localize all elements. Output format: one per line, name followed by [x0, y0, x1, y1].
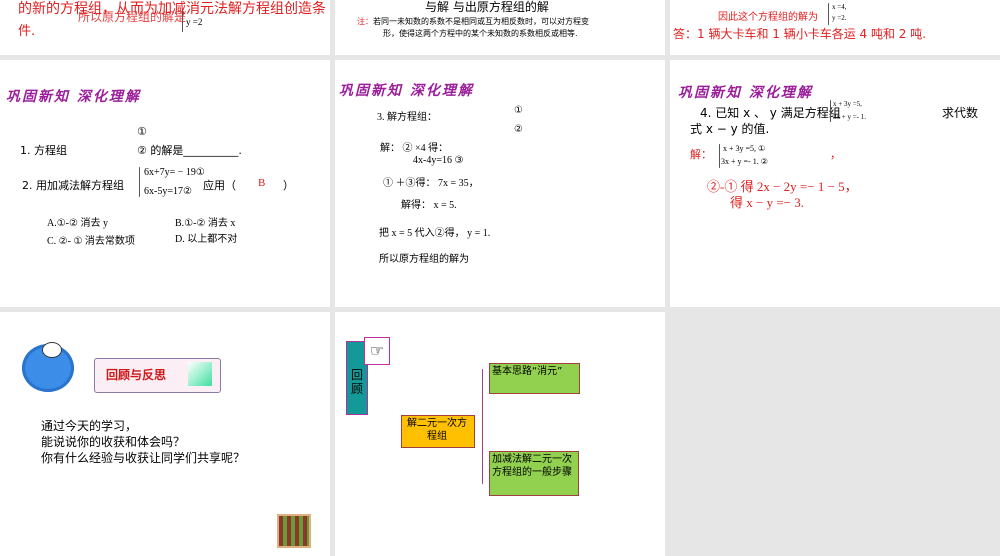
slide-text: 所以原方程组的解是 — [78, 10, 187, 24]
slide-thumbnail-5[interactable]: 巩固新知 深化理解 3. 解方程组： ① ② 解： ② ×4 得： 4x-4y=… — [335, 60, 665, 307]
circle-2: ② — [514, 124, 523, 135]
branch-text-2: 加减法解二元一次方程组的一般步骤 — [492, 454, 572, 478]
circle-1: ① — [514, 105, 523, 116]
circle-1: ① — [137, 125, 147, 138]
banner-text: 回顾与反思 — [106, 368, 167, 382]
hand-pointer-icon[interactable]: ☞ — [364, 337, 390, 365]
option-c: C. ②- ① 消去常数项 — [47, 236, 135, 247]
note-text: 若同一未知数的系数不是相同或互为相反数时，可以对方程变 — [373, 17, 589, 26]
question-3: 3. 解方程组： — [377, 112, 437, 123]
step: 把 x = 5 代入②得， y = 1. — [379, 228, 491, 239]
question-4: 4. 已知 x 、 y 满足方程组 — [700, 106, 841, 120]
slide-text: 你有什么经验与收获让同学们共享呢？ — [41, 451, 246, 465]
slide-title: 巩固新知 深化理解 — [6, 89, 141, 105]
step: 所以原方程组的解为 — [379, 254, 469, 265]
option-a: A.①-② 消去 y — [47, 218, 108, 229]
slide-text: 因此这个方程组的解为 — [718, 12, 818, 23]
slide-text: 求代数 — [942, 106, 979, 120]
equation: y =2. — [832, 14, 847, 22]
step: ① ＋③得： 7x = 35， — [383, 178, 479, 189]
slide-text: 通过今天的学习， — [41, 419, 138, 433]
equation: 3x + y =- 1. ② — [721, 157, 768, 166]
slide-thumbnail-7[interactable]: 回顾与反思 通过今天的学习， 能说说你的收获和体会吗？ 你有什么经验与收获让同学… — [0, 312, 330, 556]
equation: x + 3y =5, — [833, 100, 862, 108]
slide-thumbnail-3[interactable]: 因此这个方程组的解为 x =4, y =2. 答：1 辆大卡车和 1 辆小卡车各… — [670, 0, 1000, 55]
step: 解： ② ×4 得： — [380, 143, 449, 154]
question-1: 1. 方程组 — [20, 144, 67, 157]
books-icon — [277, 514, 311, 548]
slide-text: 件. — [18, 24, 36, 39]
review-tab-text: 回顾 — [351, 368, 364, 396]
slide-text: ） — [283, 179, 294, 192]
slide-text: 能说说你的收获和体会吗？ — [41, 435, 186, 449]
slide-text: ， — [830, 148, 841, 161]
mascot-eyes — [42, 342, 62, 358]
branch-text-1: 基本思路“消元” — [492, 366, 563, 377]
option-b: B.①-② 消去 x — [175, 218, 236, 229]
slide-thumbnail-4[interactable]: 巩固新知 深化理解 1. 方程组 ① ② 的解是__________. 2. 用… — [0, 60, 330, 307]
result-line: 得 x − y =− 3. — [730, 195, 804, 210]
slide-text: 与解 与出原方程组的解 — [425, 0, 549, 14]
quill-icon — [188, 362, 212, 386]
option-d: D. 以上都不对 — [175, 234, 238, 245]
equation: y =2 — [186, 17, 203, 27]
solution-label: 解： — [690, 148, 712, 161]
note-label: 注： — [357, 17, 373, 26]
question-1-blank: ② 的解是__________. — [137, 144, 242, 157]
topic-text: 解二元一次方程组 — [407, 418, 467, 442]
answer: B — [258, 177, 266, 189]
slide-text: 式 x − y 的值. — [690, 122, 770, 136]
equation: 3x + y =- 1. — [833, 113, 866, 121]
answer-text: 答：1 辆大卡车和 1 辆小卡车各运 4 吨和 2 吨. — [673, 27, 927, 41]
slide-text: 应用（ — [203, 179, 236, 192]
slide-thumbnail-2[interactable]: 与解 与出原方程组的解 注： 若同一未知数的系数不是相同或互为相反数时，可以对方… — [335, 0, 665, 55]
equation: x + 3y =5, ① — [723, 144, 766, 153]
equation: 6x-5y=17② — [144, 186, 192, 197]
slide-thumbnail-6[interactable]: 巩固新知 深化理解 4. 已知 x 、 y 满足方程组 x + 3y =5, 3… — [670, 60, 1000, 307]
equation: x =4, — [832, 3, 847, 11]
step: 解得： x = 5. — [401, 200, 457, 211]
slide-title: 巩固新知 深化理解 — [678, 85, 813, 101]
slide-title: 巩固新知 深化理解 — [339, 83, 474, 99]
slide-thumbnail-1[interactable]: 的新的方程组，从而为加减消元法解方程组创造条 所以原方程组的解是 y =2 件. — [0, 0, 330, 55]
step: 4x-4y=16 ③ — [413, 155, 464, 166]
question-2: 2. 用加减法解方程组 — [22, 179, 124, 192]
note-text: 形，使得这两个方程中的某个未知数的系数相反或相等. — [383, 29, 578, 38]
slide-thumbnail-8[interactable]: 回顾 ☞ 解二元一次方程组 基本思路“消元” 加减法解二元一次方程组的一般步骤 — [335, 312, 665, 556]
equation: 6x+7y= − 19① — [144, 167, 205, 178]
